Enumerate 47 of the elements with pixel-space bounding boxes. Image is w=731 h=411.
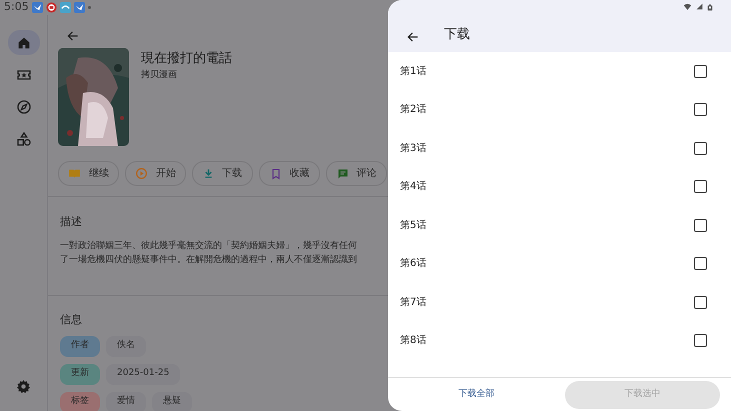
action-chip[interactable]: 收藏 — [259, 161, 320, 186]
status-time: 5:05 — [4, 0, 29, 16]
chapter-label: 第3话 — [400, 142, 426, 156]
checkbox[interactable] — [694, 103, 707, 116]
shapes-icon — [16, 130, 32, 146]
info-value: 2025-01-25 — [106, 364, 180, 384]
chapter-label: 第7话 — [400, 296, 426, 310]
chapter-label: 第4话 — [400, 180, 426, 194]
chapter-label: 第8话 — [400, 334, 426, 348]
chapter-label: 第1话 — [400, 64, 426, 79]
info-value: 悬疑 — [152, 392, 192, 411]
battery-icon — [707, 3, 713, 12]
info-label: 作者 — [60, 336, 100, 356]
chapter-label: 第2话 — [400, 102, 426, 118]
section-heading: 描述 — [60, 214, 83, 230]
chapter-label: 第6话 — [400, 256, 426, 272]
info-value: 佚名 — [106, 336, 146, 356]
action-chip[interactable]: 下载 — [192, 161, 253, 186]
info-label: 更新 — [60, 364, 100, 384]
action-chip[interactable]: 开始 — [125, 161, 186, 186]
info-value: 爱情 — [106, 392, 146, 411]
action-chip[interactable]: 评论 — [326, 161, 387, 186]
checkbox[interactable] — [694, 218, 707, 232]
action-chip[interactable]: 继续 — [58, 161, 119, 186]
checkbox[interactable] — [694, 257, 707, 270]
checkbox[interactable] — [694, 142, 707, 155]
signal-icon — [696, 3, 703, 10]
chapter-label: 第5话 — [400, 218, 426, 233]
source-label: 拷贝漫画 — [141, 68, 178, 82]
drawer-title: 下载 — [444, 26, 470, 44]
dot-icon — [88, 6, 91, 9]
back-icon — [66, 28, 80, 43]
section-heading: 信息 — [60, 312, 83, 328]
back-icon — [406, 30, 420, 44]
download-all-button[interactable]: 下载全部 — [388, 382, 565, 408]
comic-title: 現在撥打的電話 — [141, 50, 232, 68]
checkbox[interactable] — [694, 296, 707, 309]
info-label: 标签 — [60, 392, 100, 411]
checkbox[interactable] — [694, 334, 707, 348]
settings-icon — [16, 378, 31, 394]
checkbox[interactable] — [694, 64, 707, 78]
wifi-icon — [683, 3, 692, 11]
compass-icon — [16, 98, 32, 114]
description-text: 一對政治聯姻三年、彼此幾乎毫無交流的「契約婚姻夫婦」，幾乎沒有任何 — [60, 239, 358, 252]
checkbox[interactable] — [694, 180, 707, 194]
nav-item[interactable] — [8, 30, 40, 55]
description-text: 了一場危機四伏的懸疑事件中。在解開危機的過程中，兩人不僅逐漸認識到 — [60, 254, 358, 266]
